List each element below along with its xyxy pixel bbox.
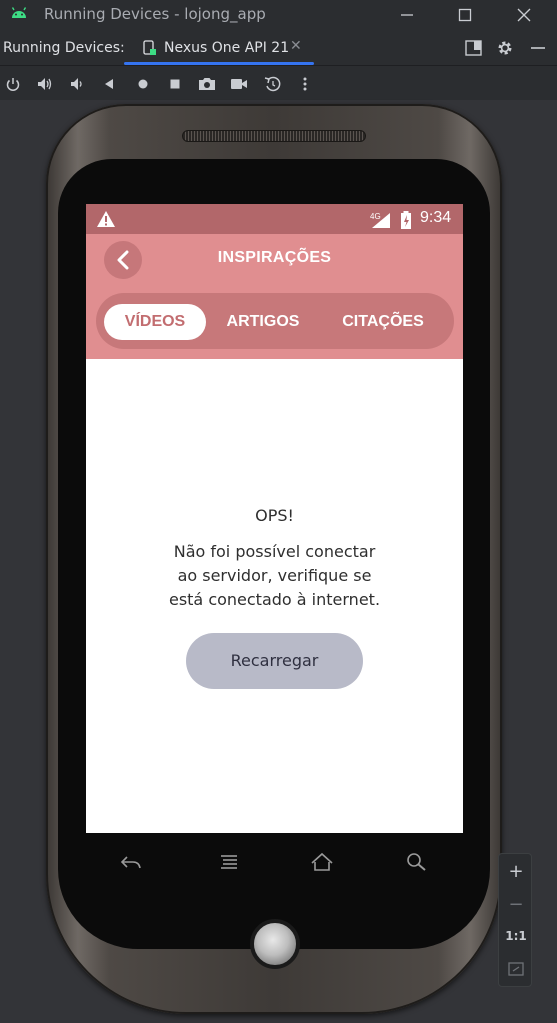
app-header: INSPIRAÇÕES VÍDEOS ARTIGOS CITAÇÕES: [86, 234, 463, 359]
error-title: OPS!: [255, 506, 294, 525]
reload-button[interactable]: Recarregar: [186, 633, 363, 689]
menu-icon[interactable]: [214, 849, 244, 875]
error-line: está conectado à internet.: [168, 590, 381, 609]
tab-underline: [124, 62, 314, 65]
tab-videos[interactable]: VÍDEOS: [104, 304, 206, 340]
hardware-keys: [86, 845, 463, 879]
tab-close-icon[interactable]: ✕: [290, 38, 302, 54]
device-icon: [142, 40, 156, 60]
network-type: 4G: [370, 212, 381, 221]
zoom-out-button[interactable]: −: [499, 889, 533, 919]
tab-nexus-one[interactable]: Nexus One API 21 ✕: [124, 30, 314, 66]
zoom-actual-size-button[interactable]: 1:1: [499, 921, 533, 951]
status-time: 9:34: [420, 209, 452, 226]
volume-up-icon[interactable]: [34, 73, 56, 95]
overview-square-icon[interactable]: [164, 73, 186, 95]
back-triangle-icon[interactable]: [98, 73, 120, 95]
home-icon[interactable]: [307, 849, 337, 875]
more-icon[interactable]: [294, 73, 316, 95]
device-toolbar: [0, 67, 557, 100]
device-screen[interactable]: 4G 9:34 INSPIRAÇÕES VÍDEOS ARTIGOS CITAÇ…: [86, 204, 463, 833]
tab-artigos[interactable]: ARTIGOS: [214, 304, 312, 340]
window-title: Running Devices - lojong_app: [44, 5, 266, 23]
android-icon: [10, 6, 28, 24]
battery-charging-icon: [400, 210, 412, 234]
zoom-controls: + − 1:1: [498, 853, 532, 987]
page-title: INSPIRAÇÕES: [217, 249, 332, 266]
tool-window-tabbar: Running Devices: Nexus One API 21 ✕: [0, 30, 557, 66]
error-message: Não foi possível conectar ao servidor, v…: [86, 540, 463, 612]
rotate-icon[interactable]: [262, 73, 284, 95]
hide-icon[interactable]: [528, 38, 548, 58]
camera-icon[interactable]: [196, 73, 218, 95]
home-circle-icon[interactable]: [132, 73, 154, 95]
android-status-bar: 4G 9:34: [86, 204, 463, 234]
error-line: ao servidor, verifique se: [177, 566, 372, 585]
zoom-in-button[interactable]: +: [499, 856, 533, 886]
close-icon[interactable]: [509, 2, 539, 28]
search-icon[interactable]: [402, 849, 432, 875]
volume-down-icon[interactable]: [66, 73, 88, 95]
trackball-button[interactable]: [250, 919, 300, 969]
error-line: Não foi possível conectar: [173, 542, 376, 561]
minimize-icon[interactable]: [392, 2, 422, 28]
signal-icon: 4G: [370, 211, 394, 233]
gear-icon[interactable]: [495, 38, 515, 58]
window-titlebar: Running Devices - lojong_app: [0, 0, 557, 30]
content-area: OPS! Não foi possível conectar ao servid…: [86, 359, 463, 833]
power-icon[interactable]: [2, 73, 24, 95]
back-arrow-icon[interactable]: [116, 849, 146, 875]
speaker-grille: [182, 130, 366, 142]
fit-screen-icon[interactable]: [499, 954, 533, 984]
split-view-icon[interactable]: [464, 38, 484, 58]
tab-label: Nexus One API 21: [164, 40, 290, 56]
tool-window-label: Running Devices:: [3, 40, 125, 56]
warning-icon: [96, 210, 116, 232]
record-icon[interactable]: [228, 73, 250, 95]
segmented-tabs: VÍDEOS ARTIGOS CITAÇÕES: [96, 293, 454, 349]
maximize-icon[interactable]: [450, 2, 480, 28]
tab-citacoes[interactable]: CITAÇÕES: [328, 304, 438, 340]
